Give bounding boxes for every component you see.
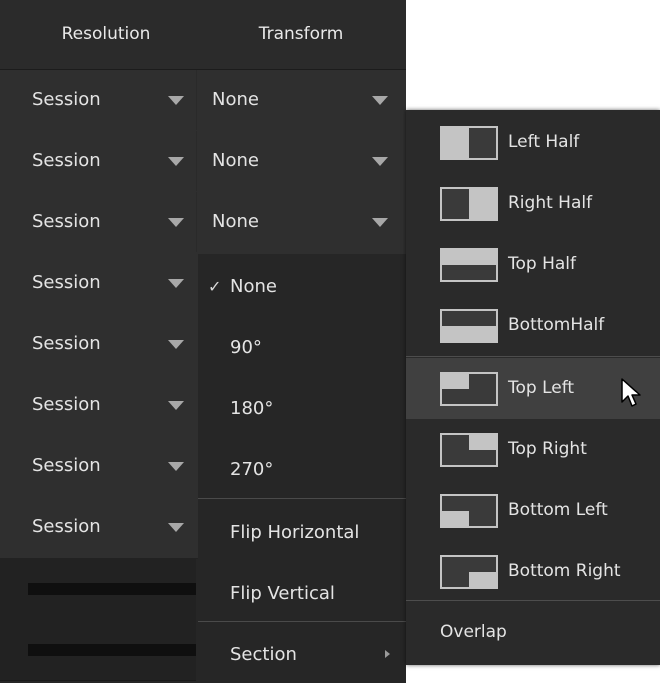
audio-meter bbox=[28, 583, 196, 595]
table-row: Session None bbox=[0, 131, 406, 193]
top-left-icon bbox=[440, 372, 498, 406]
transform-value[interactable]: None bbox=[212, 192, 259, 252]
submenu-item-label: Left Half bbox=[508, 132, 580, 152]
submenu-item-bottom-left[interactable]: Bottom Left bbox=[406, 480, 660, 541]
transform-value[interactable]: None bbox=[212, 131, 259, 191]
resolution-dropdown-arrow-icon[interactable] bbox=[168, 157, 184, 166]
transform-value[interactable]: None bbox=[212, 70, 259, 130]
resolution-dropdown-arrow-icon[interactable] bbox=[168, 279, 184, 288]
audio-meter-row bbox=[0, 619, 196, 681]
menu-separator bbox=[406, 356, 660, 357]
menu-item-label: 270° bbox=[230, 459, 274, 480]
audio-meter-row bbox=[0, 558, 196, 620]
submenu-item-right-half[interactable]: Right Half bbox=[406, 173, 660, 234]
resolution-dropdown-arrow-icon[interactable] bbox=[168, 462, 184, 471]
submenu-item-top-right[interactable]: Top Right bbox=[406, 419, 660, 480]
right-half-icon bbox=[440, 187, 498, 221]
column-divider bbox=[196, 131, 197, 191]
submenu-item-left-half[interactable]: Left Half bbox=[406, 112, 660, 173]
menu-item-label: Section bbox=[230, 644, 297, 665]
transform-dropdown-arrow-icon[interactable] bbox=[372, 96, 388, 105]
resolution-dropdown-arrow-icon[interactable] bbox=[168, 218, 184, 227]
submenu-item-label: Top Left bbox=[508, 378, 575, 398]
transform-dropdown-arrow-icon[interactable] bbox=[372, 218, 388, 227]
resolution-value[interactable]: Session bbox=[32, 70, 101, 130]
submenu-item-label: BottomHalf bbox=[508, 315, 605, 335]
submenu-item-label: Overlap bbox=[440, 622, 507, 642]
resolution-dropdown-arrow-icon[interactable] bbox=[168, 96, 184, 105]
submenu-item-label: Bottom Right bbox=[508, 561, 621, 581]
resolution-column-header[interactable]: Resolution bbox=[0, 0, 212, 70]
table-row: Session None bbox=[0, 70, 406, 132]
mouse-pointer-icon bbox=[621, 378, 641, 407]
transform-column-header[interactable]: Transform bbox=[196, 0, 406, 70]
resolution-value[interactable]: Session bbox=[32, 497, 101, 557]
menu-item-label: Flip Vertical bbox=[230, 583, 335, 604]
menu-item-flip-vertical[interactable]: Flip Vertical bbox=[198, 563, 406, 624]
top-right-icon bbox=[440, 433, 498, 467]
menu-item-label: None bbox=[230, 276, 277, 297]
submenu-arrow-icon bbox=[385, 650, 390, 658]
menu-item-none[interactable]: ✓ None bbox=[198, 256, 406, 317]
menu-item-section[interactable]: Section bbox=[198, 624, 406, 685]
menu-item-270[interactable]: 270° bbox=[198, 439, 406, 500]
table-row: Session None bbox=[0, 192, 406, 254]
bottom-right-icon bbox=[440, 555, 498, 589]
resolution-dropdown-arrow-icon[interactable] bbox=[168, 401, 184, 410]
checkmark-icon: ✓ bbox=[208, 277, 222, 296]
menu-item-90[interactable]: 90° bbox=[198, 317, 406, 378]
transform-dropdown-menu: ✓ None 90° 180° 270° Flip Horizontal Fli… bbox=[198, 254, 406, 683]
menu-separator bbox=[406, 600, 660, 601]
menu-item-label: 90° bbox=[230, 337, 262, 358]
resolution-value[interactable]: Session bbox=[32, 192, 101, 252]
resolution-value[interactable]: Session bbox=[32, 375, 101, 435]
top-half-icon bbox=[440, 248, 498, 282]
bottom-half-icon bbox=[440, 309, 498, 343]
resolution-value[interactable]: Session bbox=[32, 131, 101, 191]
submenu-item-label: Top Half bbox=[508, 254, 576, 274]
resolution-value[interactable]: Session bbox=[32, 253, 101, 313]
submenu-item-bottom-half[interactable]: BottomHalf bbox=[406, 295, 660, 356]
resolution-value[interactable]: Session bbox=[32, 314, 101, 374]
resolution-dropdown-arrow-icon[interactable] bbox=[168, 340, 184, 349]
submenu-item-label: Right Half bbox=[508, 193, 593, 213]
menu-item-label: Flip Horizontal bbox=[230, 522, 360, 543]
menu-separator bbox=[198, 621, 406, 622]
submenu-item-label: Top Right bbox=[508, 439, 587, 459]
submenu-item-label: Bottom Left bbox=[508, 500, 608, 520]
column-divider bbox=[196, 70, 197, 130]
menu-item-flip-horizontal[interactable]: Flip Horizontal bbox=[198, 502, 406, 563]
resolution-dropdown-arrow-icon[interactable] bbox=[168, 523, 184, 532]
bottom-left-icon bbox=[440, 494, 498, 528]
menu-item-180[interactable]: 180° bbox=[198, 378, 406, 439]
resolution-value[interactable]: Session bbox=[32, 436, 101, 496]
column-header-bar: Resolution Transform bbox=[0, 0, 406, 70]
submenu-item-overlap[interactable]: Overlap bbox=[406, 602, 660, 663]
menu-separator bbox=[198, 498, 406, 499]
menu-item-label: 180° bbox=[230, 398, 274, 419]
submenu-item-bottom-right[interactable]: Bottom Right bbox=[406, 541, 660, 602]
transform-dropdown-arrow-icon[interactable] bbox=[372, 157, 388, 166]
column-divider bbox=[196, 192, 197, 252]
audio-meter bbox=[28, 644, 196, 656]
submenu-item-top-half[interactable]: Top Half bbox=[406, 234, 660, 295]
left-half-icon bbox=[440, 126, 498, 160]
